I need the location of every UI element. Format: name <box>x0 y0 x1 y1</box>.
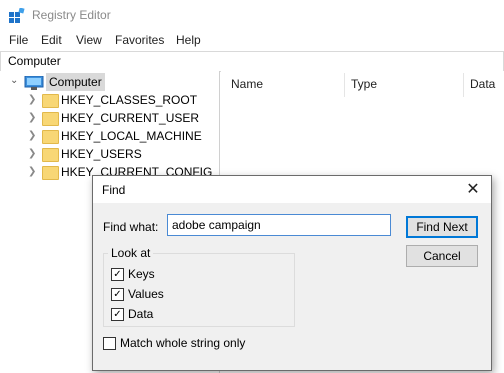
tree-item-hkey-local-machine[interactable]: ❯ HKEY_LOCAL_MACHINE <box>0 127 218 145</box>
chevron-right-icon[interactable]: ❯ <box>28 148 36 159</box>
tree-item-hkey-current-user[interactable]: ❯ HKEY_CURRENT_USER <box>0 109 218 127</box>
folder-icon <box>42 112 59 126</box>
keys-label: Keys <box>128 267 155 281</box>
cancel-button[interactable]: Cancel <box>406 245 478 267</box>
tree-item-label: HKEY_CLASSES_ROOT <box>61 93 198 107</box>
find-dialog-title: Find <box>102 183 126 197</box>
column-header-type[interactable]: Type <box>351 77 377 91</box>
find-what-input[interactable] <box>167 214 391 236</box>
folder-icon <box>42 148 59 162</box>
look-at-group: Look at ✓ Keys ✓ Values ✓ Data <box>103 246 295 327</box>
folder-icon <box>42 166 59 180</box>
computer-icon <box>24 76 44 90</box>
address-bar[interactable]: Computer <box>0 51 504 72</box>
keys-checkbox[interactable]: ✓ <box>111 268 124 281</box>
tree-root-label: Computer <box>46 73 105 91</box>
match-whole-string-label: Match whole string only <box>120 336 246 350</box>
close-icon[interactable]: ✕ <box>463 180 483 200</box>
look-at-label: Look at <box>108 246 154 260</box>
window-title: Registry Editor <box>32 8 111 22</box>
data-checkbox[interactable]: ✓ <box>111 308 124 321</box>
find-dialog: Find ✕ Find what: Find Next Cancel Look … <box>92 175 492 371</box>
chevron-right-icon[interactable]: ❯ <box>28 130 36 141</box>
tree-item-hkey-classes-root[interactable]: ❯ HKEY_CLASSES_ROOT <box>0 91 218 109</box>
column-divider[interactable] <box>463 73 464 97</box>
tree-item-label: HKEY_LOCAL_MACHINE <box>61 129 202 143</box>
menu-bar: File Edit View Favorites Help <box>0 30 504 50</box>
registry-editor-icon <box>9 8 25 23</box>
tree-item-hkey-users[interactable]: ❯ HKEY_USERS <box>0 145 218 163</box>
tree-item-label: HKEY_CURRENT_USER <box>61 111 200 125</box>
chevron-right-icon[interactable]: ❯ <box>28 166 36 177</box>
menu-view[interactable]: View <box>76 33 102 47</box>
values-checkbox[interactable]: ✓ <box>111 288 124 301</box>
folder-icon <box>42 94 59 108</box>
column-header-name[interactable]: Name <box>231 77 263 91</box>
menu-file[interactable]: File <box>9 33 28 47</box>
folder-icon <box>42 130 59 144</box>
column-header-data[interactable]: Data <box>470 77 495 91</box>
menu-favorites[interactable]: Favorites <box>115 33 164 47</box>
address-text: Computer <box>8 54 61 68</box>
menu-edit[interactable]: Edit <box>41 33 62 47</box>
data-label: Data <box>128 307 154 321</box>
window-titlebar: Registry Editor <box>0 0 504 30</box>
find-what-label: Find what: <box>103 220 159 234</box>
chevron-down-icon[interactable]: ⌄ <box>10 75 18 86</box>
chevron-right-icon[interactable]: ❯ <box>28 94 36 105</box>
menu-help[interactable]: Help <box>176 33 201 47</box>
match-whole-string-checkbox[interactable] <box>103 337 116 350</box>
tree-item-label: HKEY_USERS <box>61 147 142 161</box>
find-dialog-titlebar[interactable]: Find ✕ <box>93 176 491 203</box>
column-divider[interactable] <box>344 73 345 97</box>
values-label: Values <box>128 287 164 301</box>
find-next-button[interactable]: Find Next <box>406 216 478 238</box>
chevron-right-icon[interactable]: ❯ <box>28 112 36 123</box>
